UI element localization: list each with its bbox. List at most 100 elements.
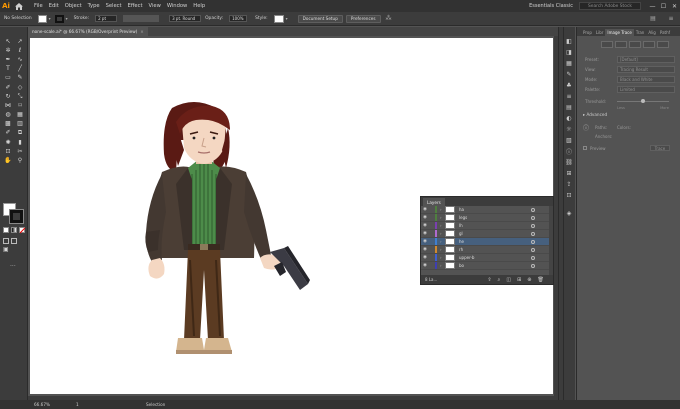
stock-search-input[interactable]: Search Adobe Stock — [579, 2, 641, 10]
layer-row[interactable]: ◉ › bo — [421, 262, 553, 270]
direct-selection-tool-icon[interactable]: ↗ — [15, 37, 25, 46]
line-tool-icon[interactable]: ╱ — [15, 65, 25, 74]
close-icon[interactable]: × — [140, 29, 144, 34]
target-circle-icon[interactable] — [531, 215, 535, 220]
arrange-icon[interactable]: ▤ — [650, 15, 656, 23]
tab-transform[interactable]: Tran — [634, 29, 647, 36]
grayscale-button[interactable] — [643, 41, 655, 48]
eyedropper-tool-icon[interactable]: ✐ — [3, 129, 13, 138]
layers-scrollbar[interactable] — [549, 206, 553, 277]
gradient-panel-icon[interactable]: ▤ — [565, 103, 573, 111]
magic-wand-tool-icon[interactable]: ✲ — [3, 46, 13, 55]
symbols-panel-icon[interactable]: ♣ — [565, 81, 573, 89]
menu-effect[interactable]: Effect — [128, 3, 143, 9]
target-circle-icon[interactable] — [531, 255, 535, 260]
maximize-button[interactable]: ☐ — [658, 3, 669, 10]
layer-row[interactable]: ◉ › gl — [421, 230, 553, 238]
black-white-button[interactable] — [657, 41, 669, 48]
width-tool-icon[interactable]: ⋈ — [3, 101, 13, 110]
selection-tool-icon[interactable]: ↖ — [3, 37, 13, 46]
type-tool-icon[interactable]: T — [3, 65, 13, 74]
visibility-eye-icon[interactable]: ◉ — [421, 215, 429, 220]
target-circle-icon[interactable] — [531, 231, 535, 236]
gradient-tool-icon[interactable]: ▥ — [15, 120, 25, 129]
locate-object-icon[interactable]: ⌕ — [498, 277, 501, 283]
color-button[interactable] — [3, 227, 9, 233]
eraser-tool-icon[interactable]: ◇ — [15, 83, 25, 92]
opacity-field[interactable]: 100% — [229, 15, 248, 22]
shaper-tool-icon[interactable]: ✐ — [3, 83, 13, 92]
menu-edit[interactable]: Edit — [49, 3, 59, 9]
menu-file[interactable]: File — [34, 3, 43, 9]
layer-row[interactable]: ◉ › upper-b — [421, 254, 553, 262]
mesh-tool-icon[interactable]: ▩ — [3, 120, 13, 129]
preferences-button[interactable]: Preferences — [345, 14, 381, 23]
workspace-switcher[interactable]: Essentials Classic — [529, 3, 573, 9]
paintbrush-tool-icon[interactable]: ✎ — [15, 74, 25, 83]
layer-name[interactable]: rh — [459, 247, 519, 252]
home-icon[interactable] — [12, 0, 26, 12]
swatches-panel-icon[interactable]: ▦ — [565, 59, 573, 67]
menu-view[interactable]: View — [149, 3, 161, 9]
links-panel-icon[interactable]: ⛓ — [565, 158, 573, 166]
palette-select[interactable]: Limited — [617, 85, 675, 93]
menu-window[interactable]: Window — [167, 3, 187, 9]
perspective-grid-tool-icon[interactable]: ▦ — [15, 111, 25, 120]
visibility-eye-icon[interactable]: ◉ — [421, 223, 429, 228]
layer-name[interactable]: upper-b — [459, 255, 519, 260]
transparency-panel-icon[interactable]: ◐ — [565, 114, 573, 122]
pen-tool-icon[interactable]: ✒ — [3, 55, 13, 64]
curvature-tool-icon[interactable]: ∿ — [15, 55, 25, 64]
layer-name[interactable]: legs — [459, 215, 519, 220]
zoom-level[interactable]: 66.67% — [34, 402, 56, 407]
visibility-eye-icon[interactable]: ◉ — [421, 263, 429, 268]
appearance-panel-icon[interactable]: ☼ — [565, 125, 573, 133]
target-circle-icon[interactable] — [531, 247, 535, 252]
stroke-color-swatch[interactable] — [9, 209, 24, 224]
symbol-sprayer-tool-icon[interactable]: ✺ — [3, 138, 13, 147]
visibility-eye-icon[interactable]: ◉ — [421, 247, 429, 252]
visibility-eye-icon[interactable]: ◉ — [421, 207, 429, 212]
color-guide-icon[interactable]: ◨ — [565, 48, 573, 56]
panel-menu-icon[interactable]: ≡ — [668, 15, 674, 23]
layer-row[interactable]: ◉ › ha — [421, 206, 553, 214]
stroke-panel-icon[interactable]: ≡ — [565, 92, 573, 100]
draw-normal-icon[interactable] — [3, 238, 9, 244]
asset-export-icon[interactable]: ⇪ — [565, 180, 573, 188]
menu-help[interactable]: Help — [193, 3, 205, 9]
cc-libraries-icon[interactable]: ⊡ — [565, 191, 573, 199]
free-transform-tool-icon[interactable]: ⌑ — [15, 101, 25, 110]
document-tab[interactable]: none-scale.ai* @ 66.67% (RGB/Overprint P… — [28, 27, 148, 36]
graphic-style-swatch[interactable] — [273, 14, 284, 23]
chevron-down-icon[interactable]: ▾ — [47, 15, 53, 23]
layer-name[interactable]: he — [459, 239, 519, 244]
layer-row[interactable]: ◉ › rh — [421, 246, 553, 254]
export-icon[interactable]: ⇪ — [487, 277, 491, 283]
trace-button[interactable]: Trace — [649, 145, 671, 151]
zoom-tool-icon[interactable]: ⚲ — [15, 156, 25, 165]
tab-align[interactable]: Alig — [646, 29, 658, 36]
blend-tool-icon[interactable]: ⧉ — [15, 129, 25, 138]
artboard-tool-icon[interactable]: ⊡ — [3, 147, 13, 156]
new-sublayer-icon[interactable]: ⊞ — [517, 277, 521, 283]
color-panel-icon[interactable]: ◧ — [565, 37, 573, 45]
target-circle-icon[interactable] — [531, 223, 535, 228]
fill-swatch[interactable] — [37, 14, 47, 23]
layer-name[interactable]: lh — [459, 223, 519, 228]
advanced-toggle[interactable]: ▸ Advanced — [577, 112, 680, 117]
close-window-button[interactable]: ✕ — [669, 3, 680, 10]
brushes-panel-icon[interactable]: ✎ — [565, 70, 573, 78]
menu-type[interactable]: Type — [88, 3, 100, 9]
variable-width-field[interactable] — [123, 15, 160, 22]
layer-name[interactable]: bo — [459, 263, 519, 268]
shape-builder-tool-icon[interactable]: ◍ — [3, 111, 13, 120]
artboards-panel-icon[interactable]: ⊞ — [565, 169, 573, 177]
chevron-down-icon[interactable]: ▾ — [284, 15, 290, 23]
stroke-weight-field[interactable]: 2 pt — [95, 15, 118, 22]
lasso-tool-icon[interactable]: ℓ — [15, 46, 25, 55]
arrange-documents-icon[interactable]: ⁂ — [384, 15, 394, 23]
delete-layer-icon[interactable]: 🗑 — [537, 277, 543, 283]
draw-behind-icon[interactable] — [11, 238, 17, 244]
layers-panel-icon[interactable]: ◈ — [565, 209, 573, 217]
tab-pathfinder[interactable]: Pathf — [658, 29, 672, 36]
